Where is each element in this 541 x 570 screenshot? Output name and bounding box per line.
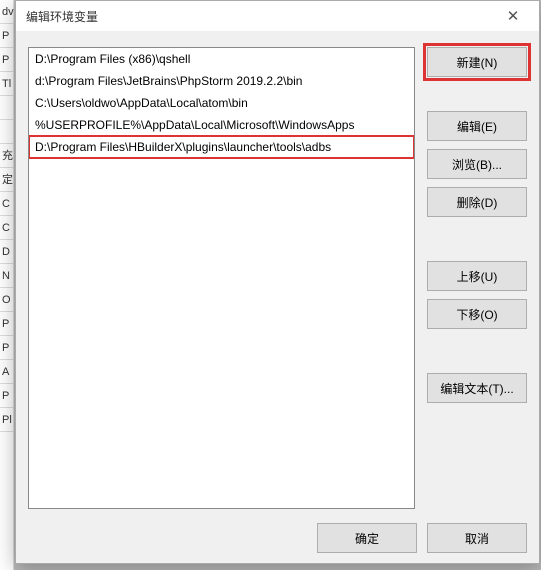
path-list-item[interactable]: d:\Program Files\JetBrains\PhpStorm 2019… — [29, 70, 414, 92]
background-cell: P — [0, 384, 14, 408]
background-cell: P — [0, 24, 14, 48]
titlebar: 编辑环境变量 ✕ — [16, 1, 539, 31]
background-cell: C — [0, 192, 14, 216]
close-icon: ✕ — [507, 7, 520, 25]
move-up-button[interactable]: 上移(U) — [427, 261, 527, 291]
edit-text-button[interactable]: 编辑文本(T)... — [427, 373, 527, 403]
background-cell — [0, 120, 14, 144]
background-cell: C — [0, 216, 14, 240]
ok-button[interactable]: 确定 — [317, 523, 417, 553]
env-var-dialog: 编辑环境变量 ✕ D:\Program Files (x86)\qshelld:… — [15, 0, 540, 564]
background-cell: A — [0, 360, 14, 384]
dialog-title: 编辑环境变量 — [26, 8, 98, 25]
path-list-item[interactable]: %USERPROFILE%\AppData\Local\Microsoft\Wi… — [29, 114, 414, 136]
path-list[interactable]: D:\Program Files (x86)\qshelld:\Program … — [28, 47, 415, 509]
background-cell: P — [0, 48, 14, 72]
background-cell: N — [0, 264, 14, 288]
background-cell: Pl — [0, 408, 14, 432]
new-button[interactable]: 新建(N) — [427, 47, 527, 77]
path-list-item[interactable]: D:\Program Files\HBuilderX\plugins\launc… — [29, 136, 414, 158]
background-cell: 充 — [0, 144, 14, 168]
dialog-footer: 确定 取消 — [28, 509, 527, 553]
background-cell: O — [0, 288, 14, 312]
path-list-item[interactable]: C:\Users\oldwo\AppData\Local\atom\bin — [29, 92, 414, 114]
button-column: 新建(N) 编辑(E) 浏览(B)... 删除(D) 上移(U) 下移(O) 编… — [427, 47, 527, 509]
cancel-button[interactable]: 取消 — [427, 523, 527, 553]
move-down-button[interactable]: 下移(O) — [427, 299, 527, 329]
background-cell: Tl — [0, 72, 14, 96]
background-cell: 定 — [0, 168, 14, 192]
background-cell: dv — [0, 0, 14, 24]
background-cell: P — [0, 312, 14, 336]
background-cell: P — [0, 336, 14, 360]
delete-button[interactable]: 删除(D) — [427, 187, 527, 217]
background-cell: D — [0, 240, 14, 264]
path-list-item[interactable]: D:\Program Files (x86)\qshell — [29, 48, 414, 70]
browse-button[interactable]: 浏览(B)... — [427, 149, 527, 179]
background-cell — [0, 96, 14, 120]
edit-button[interactable]: 编辑(E) — [427, 111, 527, 141]
close-button[interactable]: ✕ — [493, 2, 533, 30]
